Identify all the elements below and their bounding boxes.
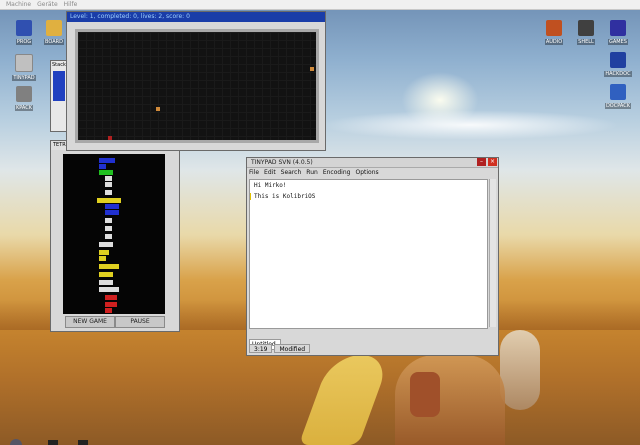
tetris-block — [99, 256, 106, 261]
tetris-board — [63, 154, 165, 314]
snake-food — [310, 67, 314, 71]
desktop-icon-hackdoc[interactable]: HACKDOC — [602, 52, 634, 77]
tetris-block — [99, 280, 113, 285]
bottom-panel — [0, 439, 120, 445]
desktop-icon-audio[interactable]: AUDIO — [538, 20, 570, 45]
wallpaper-cloud — [320, 110, 620, 140]
line-marker — [250, 193, 251, 200]
tetris-block — [105, 226, 112, 231]
tinypad-titlebar[interactable]: TINYPAD SVN (4.0.5) – × — [247, 158, 498, 168]
tetris-block — [105, 234, 112, 239]
folder-icon — [46, 20, 62, 36]
tetris-block — [105, 182, 112, 187]
tetris-block — [99, 287, 119, 292]
taskbar-icon[interactable] — [78, 440, 88, 445]
tinypad-menu: File Edit Search Run Encoding Options — [247, 168, 498, 177]
tetris-block — [105, 190, 112, 195]
new-game-button[interactable]: NEW GAME — [65, 316, 115, 328]
host-menu-help[interactable]: Hilfe — [64, 1, 78, 8]
tetris-block — [99, 250, 109, 255]
tetris-block — [99, 170, 113, 175]
wallpaper-road — [298, 355, 392, 445]
wallpaper-hair — [500, 330, 540, 410]
modified-status: Modified — [274, 344, 311, 353]
vertical-scrollbar[interactable] — [489, 179, 496, 327]
snake-head — [108, 136, 112, 140]
tetris-block — [105, 218, 112, 223]
tetris-block — [99, 242, 113, 247]
tetris-block — [105, 308, 112, 313]
status-bar: 3:19 Modified — [249, 344, 312, 353]
close-icon[interactable]: × — [488, 158, 497, 166]
snake-food — [156, 107, 160, 111]
tetris-block — [99, 264, 119, 269]
desktop-icon-shell[interactable]: SHELL — [570, 20, 602, 45]
terminal-icon — [578, 20, 594, 36]
menu-encoding[interactable]: Encoding — [323, 168, 351, 177]
desktop-icon-label: SHELL — [577, 39, 595, 45]
menu-edit[interactable]: Edit — [264, 168, 276, 177]
menu-run[interactable]: Run — [306, 168, 318, 177]
menu-search[interactable]: Search — [281, 168, 302, 177]
tetris-block — [105, 210, 119, 215]
snake-title[interactable]: Level: 1, completed: 0, lives: 2, score:… — [67, 12, 325, 22]
desktop-icon-label: HACKDOC — [604, 71, 632, 77]
menu-file[interactable]: File — [249, 168, 259, 177]
tetris-block — [105, 204, 119, 209]
desktop-icon-label: AUDIO — [544, 39, 564, 45]
desktop-icon-docpack[interactable]: DOCPACK — [602, 84, 634, 109]
tetris-block — [105, 176, 112, 181]
menu-options[interactable]: Options — [355, 168, 378, 177]
tinypad-title: TINYPAD SVN (4.0.5) — [251, 159, 313, 166]
stack-bar — [53, 71, 65, 101]
host-menu-machine[interactable]: Machine — [6, 1, 31, 8]
desktop-icon-games[interactable]: GAMES — [602, 20, 634, 45]
tetris-block — [97, 198, 121, 203]
snake-field — [75, 29, 319, 143]
tetris-window[interactable]: TETRIS NEW GAME PAUSE — [50, 140, 180, 332]
editor-line: Hi Mirko! — [254, 182, 287, 189]
notepad-icon — [15, 54, 33, 72]
desktop-icon-label: PROG — [15, 39, 33, 45]
start-icon[interactable] — [10, 439, 22, 445]
tetris-block — [99, 158, 115, 163]
desktop-icon-label: GAMES — [608, 39, 628, 45]
tetris-block — [99, 164, 106, 169]
cursor-position: 3:19 — [249, 344, 273, 353]
document-icon — [610, 52, 626, 68]
snake-window[interactable]: Level: 1, completed: 0, lives: 2, score:… — [66, 11, 326, 151]
taskbar-icon[interactable] — [48, 440, 58, 445]
docpack-icon — [610, 84, 626, 100]
tetris-block — [105, 295, 117, 300]
archive-icon — [16, 86, 32, 102]
desktop-icon-label: KPACK — [14, 105, 34, 111]
tetris-block — [105, 302, 117, 307]
host-menu-devices[interactable]: Geräte — [37, 1, 58, 8]
minimize-icon[interactable]: – — [477, 158, 486, 166]
tinypad-window[interactable]: TINYPAD SVN (4.0.5) – × File Edit Search… — [246, 157, 499, 356]
desktop-icon-prog[interactable]: PROG — [8, 20, 40, 45]
tetris-block — [99, 272, 113, 277]
games-icon — [610, 20, 626, 36]
audio-icon — [546, 20, 562, 36]
desktop-icon-label: BOARD — [44, 39, 64, 45]
host-menu-bar: Machine Geräte Hilfe — [0, 0, 640, 10]
prog-icon — [16, 20, 32, 36]
wallpaper-backpack — [410, 372, 440, 417]
desktop-icon-kpack[interactable]: KPACK — [8, 86, 40, 111]
desktop-icon-tinypad[interactable]: TINYPAD — [8, 54, 40, 81]
text-editor[interactable]: Hi Mirko! This is KolibriOS — [249, 179, 488, 329]
desktop-icon-label: DOCPACK — [604, 103, 632, 109]
pause-button[interactable]: PAUSE — [115, 316, 165, 328]
editor-line: This is KolibriOS — [254, 193, 316, 200]
desktop-icon-label: TINYPAD — [12, 75, 36, 81]
